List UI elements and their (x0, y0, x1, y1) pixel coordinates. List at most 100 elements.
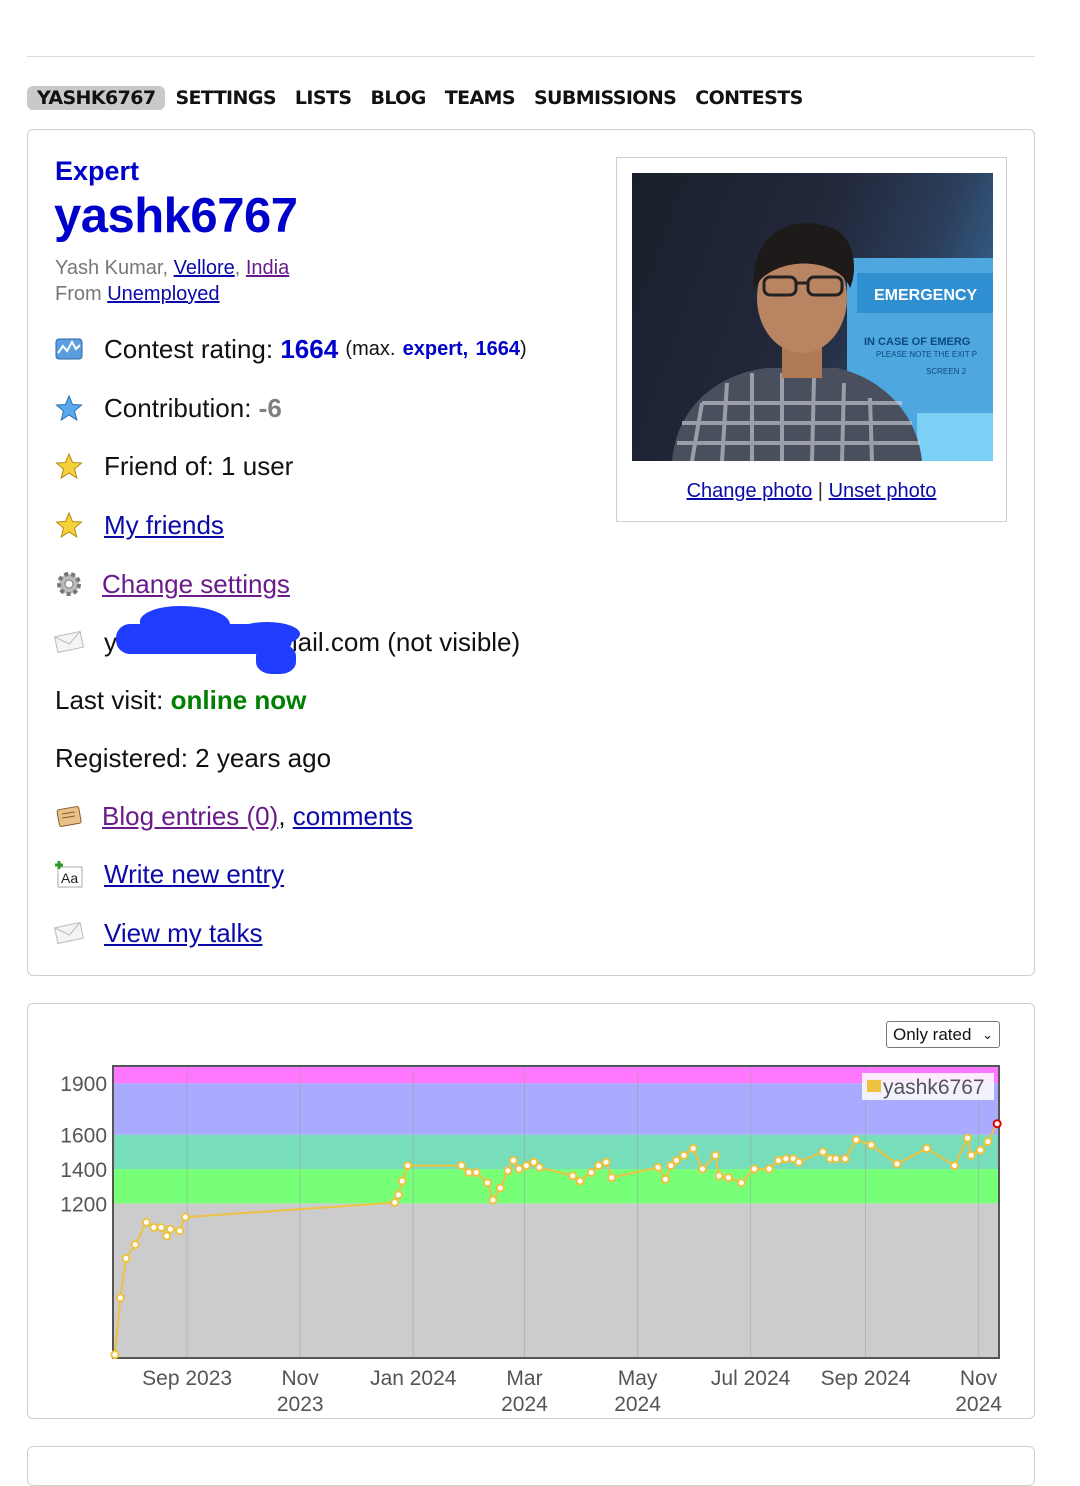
star-icon (54, 451, 84, 481)
sign-line: IN CASE OF EMERG (864, 336, 970, 348)
data-point (488, 1195, 498, 1205)
data-point (607, 1173, 617, 1183)
comments-link[interactable]: comments (293, 801, 413, 832)
tab-contests[interactable]: CONTESTS (695, 87, 803, 109)
x-tick-label: Sep 2023 (142, 1367, 232, 1390)
data-point (503, 1166, 513, 1176)
envelope-icon (54, 627, 84, 657)
city-link[interactable]: Vellore (174, 257, 235, 279)
data-point (575, 1176, 585, 1186)
data-point (688, 1143, 698, 1153)
country-link[interactable]: India (246, 257, 289, 279)
data-point (840, 1154, 850, 1164)
organization-link[interactable]: Unemployed (107, 283, 219, 305)
contribution-label: Contribution: (104, 392, 252, 423)
registered-text: Registered: 2 years ago (55, 742, 332, 773)
change-photo-link[interactable]: Change photo (687, 480, 813, 502)
tab-profile[interactable]: YASHK6767 (27, 86, 166, 110)
data-point (110, 1350, 120, 1360)
profile-nav: YASHK6767 SETTINGS LISTS BLOG TEAMS SUBM… (27, 84, 822, 112)
last-visit-row: Last visit: online now (55, 680, 306, 720)
tab-teams[interactable]: TEAMS (445, 87, 516, 109)
blog-row: Blog entries (0), comments (54, 796, 413, 836)
blue-star-icon (54, 393, 84, 423)
data-point (393, 1190, 403, 1200)
photo-link-separator: | (817, 480, 823, 502)
my-friends-link[interactable]: My friends (104, 510, 224, 541)
data-point (521, 1161, 531, 1171)
data-point (966, 1150, 976, 1160)
data-point (165, 1224, 175, 1234)
tab-submissions[interactable]: SUBMISSIONS (534, 87, 677, 109)
data-point (736, 1178, 746, 1188)
rating-graph-icon (54, 334, 84, 364)
data-point (534, 1162, 544, 1172)
user-organization: From Unemployed (55, 283, 220, 306)
unset-photo-link[interactable]: Unset photo (829, 480, 937, 502)
x-tick-label: May (618, 1367, 658, 1390)
data-point (162, 1231, 172, 1241)
data-point (180, 1212, 190, 1222)
data-point (794, 1157, 804, 1167)
tab-lists[interactable]: LISTS (295, 87, 352, 109)
data-point (141, 1217, 151, 1227)
user-rank: Expert (55, 156, 140, 186)
x-tick-label: 2024 (955, 1393, 1002, 1416)
data-point (175, 1226, 185, 1236)
tab-blog[interactable]: BLOG (370, 87, 426, 109)
blog-entries-link[interactable]: Blog entries (0) (102, 801, 278, 832)
data-point (671, 1155, 681, 1165)
sign-line: PLEASE NOTE THE EXIT P (876, 350, 977, 359)
y-tick-label: 1200 (60, 1193, 107, 1216)
email-start: y (104, 626, 117, 657)
star-icon (54, 510, 84, 540)
data-point (482, 1178, 492, 1188)
data-point (723, 1173, 733, 1183)
rating-band (113, 1134, 999, 1170)
avatar-box: EMERGENCY IN CASE OF EMERG PLEASE NOTE T… (616, 157, 1007, 522)
data-point (831, 1154, 841, 1164)
data-point (397, 1176, 407, 1186)
rating-chart: Sep 2023 Nov 2023 Jan 2024 Mar 2024 May 2024 Jul… (60, 1065, 1002, 1416)
max-rating-open: (max. (345, 337, 396, 360)
new-entry-icon: Aa (54, 859, 84, 889)
write-entry-link[interactable]: Write new entry (104, 859, 284, 890)
data-point (403, 1161, 413, 1171)
contest-rating-value: 1664 (280, 333, 339, 364)
data-point (594, 1161, 604, 1171)
data-point (950, 1161, 960, 1171)
data-point (962, 1133, 972, 1143)
data-point (115, 1293, 125, 1303)
legend-label: yashk6767 (883, 1076, 985, 1099)
rating-band (113, 1203, 999, 1358)
legend-swatch (867, 1080, 881, 1092)
contribution-value: -6 (258, 392, 282, 423)
view-talks-link[interactable]: View my talks (104, 918, 262, 949)
data-point (975, 1145, 985, 1155)
my-friends-row: My friends (54, 505, 224, 545)
data-point (922, 1143, 932, 1153)
change-settings-link[interactable]: Change settings (102, 569, 290, 600)
data-point (653, 1162, 663, 1172)
change-settings-row: Change settings (54, 564, 290, 604)
tab-settings[interactable]: SETTINGS (175, 87, 276, 109)
data-point (714, 1171, 724, 1181)
y-tick-label: 1900 (60, 1073, 107, 1096)
from-label: From (55, 283, 102, 305)
data-point (892, 1159, 902, 1169)
profile-card: Expert yashk6767 Yash Kumar, Vellore, In… (27, 129, 1035, 976)
data-point (710, 1150, 720, 1160)
x-tick-label: 2024 (501, 1393, 548, 1416)
data-point (149, 1222, 159, 1232)
rating-chart-card: Only rated ⌄ Sep 2023 Nov 2023 Jan 2024 Mar 2… (27, 1003, 1035, 1419)
data-point (764, 1164, 774, 1174)
data-point (818, 1147, 828, 1157)
gear-icon (54, 569, 84, 599)
data-point (773, 1155, 783, 1165)
y-tick-label: 1600 (60, 1125, 107, 1148)
x-tick-label: Jan 2024 (370, 1367, 457, 1390)
x-tick-label: Jul 2024 (711, 1367, 791, 1390)
data-point (568, 1171, 578, 1181)
data-point (495, 1183, 505, 1193)
data-point (992, 1119, 1002, 1129)
